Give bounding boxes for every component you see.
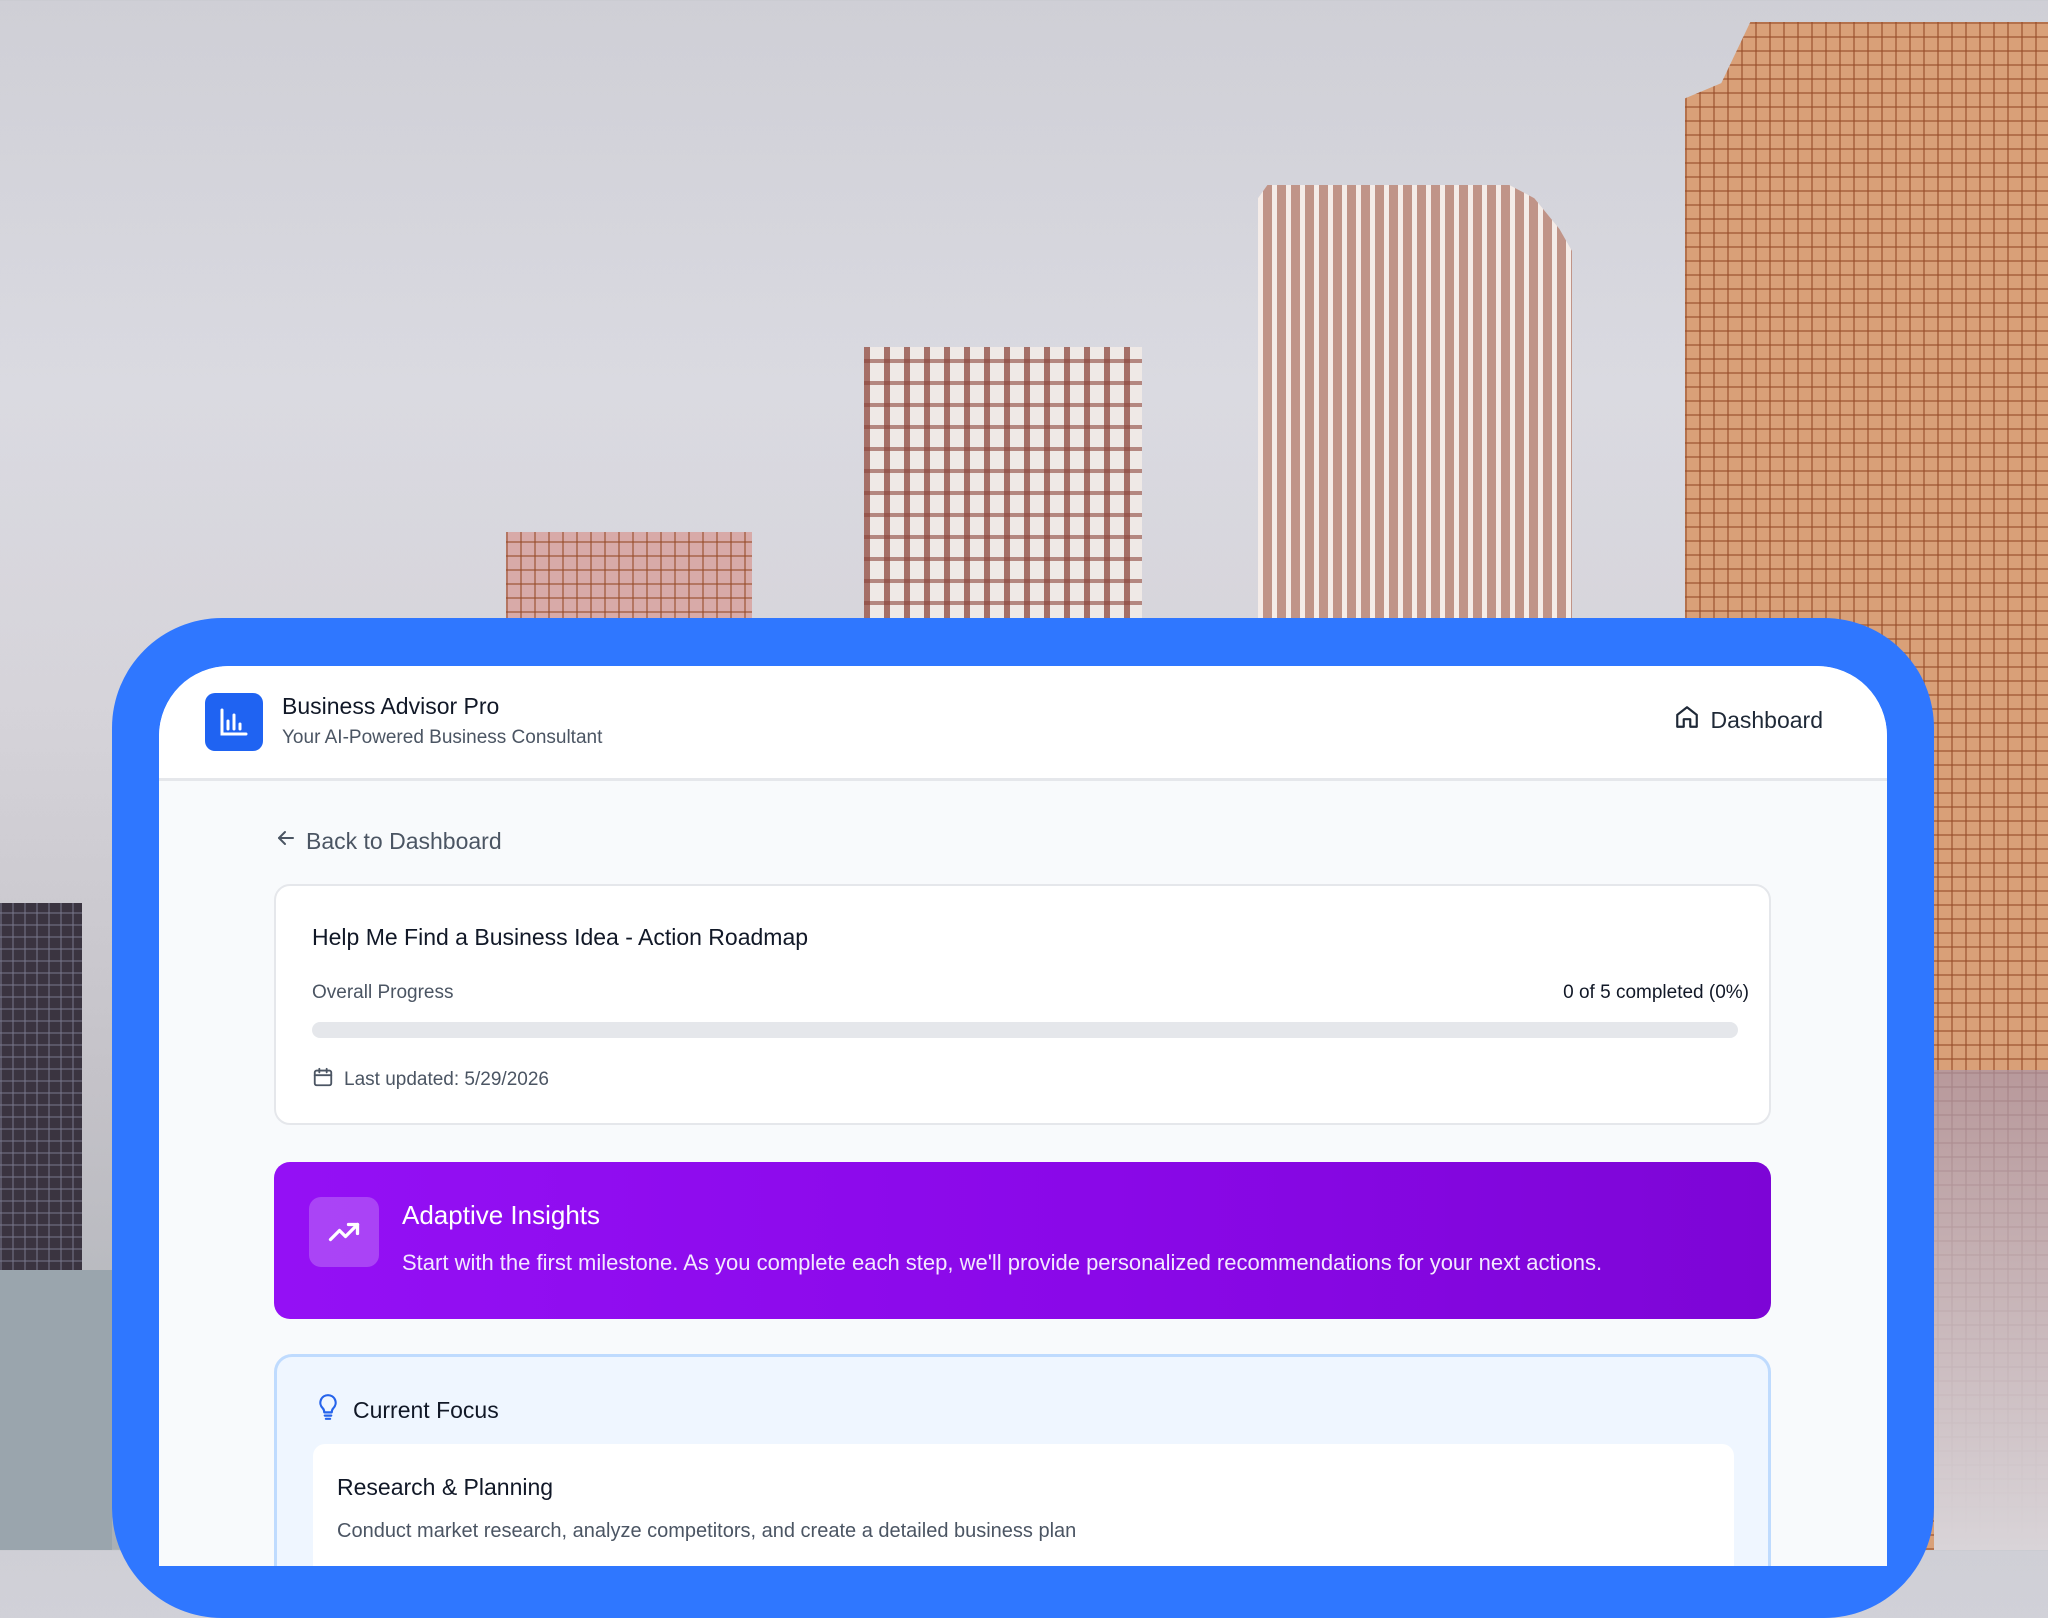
progress-bar [312, 1022, 1738, 1038]
current-focus-header: Current Focus [315, 1393, 499, 1427]
calendar-icon [312, 1066, 334, 1094]
city-right-low [1934, 1070, 2048, 1550]
app-title: Business Advisor Pro [282, 693, 500, 719]
lightbulb-icon [315, 1393, 341, 1427]
trending-up-icon [309, 1197, 379, 1267]
adaptive-insights-banner: Adaptive Insights Start with the first m… [274, 1162, 1771, 1319]
insights-text: Start with the first milestone. As you c… [402, 1250, 1603, 1275]
roadmap-title: Help Me Find a Business Idea - Action Ro… [312, 924, 809, 950]
city-left-low [0, 1270, 112, 1550]
focus-item-description: Conduct market research, analyze competi… [337, 1520, 1077, 1542]
app-tagline: Your AI-Powered Business Consultant [282, 727, 603, 748]
home-icon [1674, 704, 1700, 736]
dashboard-link-label: Dashboard [1710, 706, 1823, 733]
building-tall-center [1258, 185, 1572, 625]
back-to-dashboard-link[interactable]: Back to Dashboard [274, 826, 502, 856]
current-focus-heading: Current Focus [353, 1396, 499, 1423]
bar-chart-icon [205, 693, 263, 751]
current-focus-panel: Current Focus Research & Planning Conduc… [274, 1354, 1771, 1566]
last-updated-text: Last updated: 5/29/2026 [344, 1069, 549, 1090]
arrow-left-icon [274, 826, 298, 856]
building-mid [864, 347, 1142, 627]
back-link-label: Back to Dashboard [306, 827, 502, 854]
progress-label: Overall Progress [312, 982, 454, 1003]
dashboard-link[interactable]: Dashboard [1674, 704, 1823, 736]
top-bar: Business Advisor Pro Your AI-Powered Bus… [159, 666, 1887, 781]
building-short [506, 532, 752, 627]
last-updated: Last updated: 5/29/2026 [312, 1066, 549, 1094]
focus-item-card[interactable]: Research & Planning Conduct market resea… [313, 1444, 1734, 1566]
insights-title: Adaptive Insights [402, 1200, 601, 1230]
focus-item-title: Research & Planning [337, 1474, 554, 1500]
roadmap-card: Help Me Find a Business Idea - Action Ro… [274, 884, 1771, 1125]
progress-count: 0 of 5 completed (0%) [1563, 982, 1749, 1003]
app-screen: Business Advisor Pro Your AI-Powered Bus… [159, 666, 1887, 1566]
